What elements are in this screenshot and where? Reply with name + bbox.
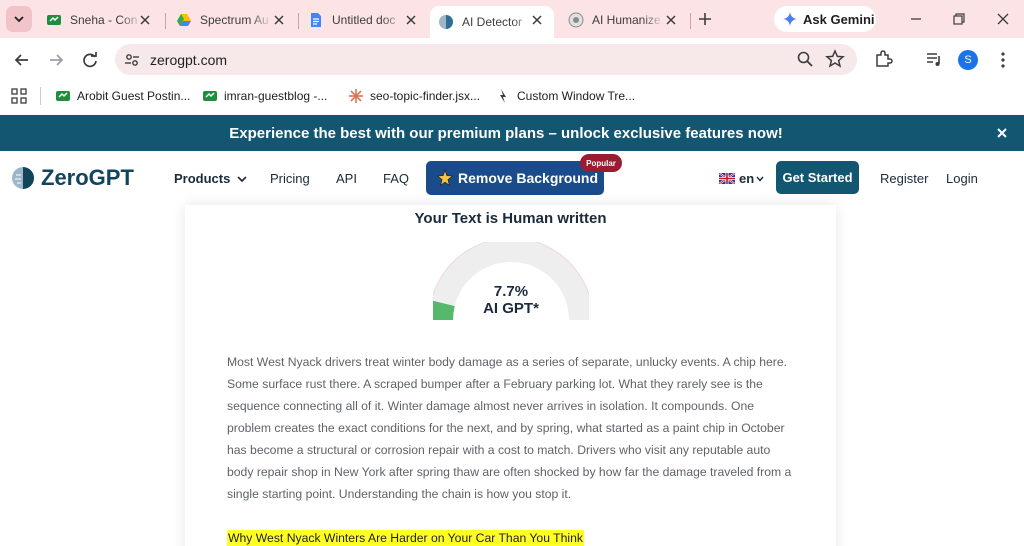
apps-grid-icon[interactable] <box>11 88 27 104</box>
tab-title: AI Detector <box>462 15 523 29</box>
url-text[interactable]: zerogpt.com <box>150 52 227 68</box>
more-menu-icon[interactable] <box>996 50 1010 70</box>
tab-ai-detector[interactable]: AI Detector <box>430 6 554 38</box>
zerogpt-icon <box>438 14 454 30</box>
tab-spectrum[interactable]: Spectrum Au <box>168 6 296 34</box>
bookmark-label: Arobit Guest Postin... <box>77 89 191 103</box>
tab-ai-humanizer[interactable]: AI Humanize <box>560 6 688 34</box>
promo-banner: Experience the best with our premium pla… <box>0 115 1024 151</box>
nav-products-label: Products <box>174 171 231 186</box>
close-icon[interactable] <box>272 13 286 27</box>
site-logo[interactable]: ZeroGPT <box>41 165 134 191</box>
result-title: Your Text is Human written <box>414 210 607 227</box>
get-started-button[interactable]: Get Started <box>776 161 859 194</box>
close-icon[interactable] <box>404 13 418 27</box>
tab-divider <box>298 13 299 29</box>
bookmark-label: Custom Window Tre... <box>517 89 636 103</box>
popular-badge: Popular <box>580 154 622 172</box>
close-icon[interactable] <box>138 13 152 27</box>
google-docs-icon <box>308 12 324 28</box>
login-link[interactable]: Login <box>946 171 978 186</box>
chevron-down-icon[interactable] <box>756 175 764 183</box>
remove-background-label: Remove Background <box>458 170 599 186</box>
nav-faq[interactable]: FAQ <box>383 171 409 186</box>
uk-flag-icon[interactable] <box>719 173 735 184</box>
bookmark-label: seo-topic-finder.jsx... <box>370 89 481 103</box>
sparkle-icon <box>436 169 454 187</box>
remove-background-button[interactable]: Remove Background <box>426 161 604 195</box>
reload-icon[interactable] <box>80 50 100 70</box>
forward-arrow-icon[interactable] <box>46 50 66 70</box>
register-link[interactable]: Register <box>880 171 928 186</box>
tab-untitled-doc[interactable]: Untitled doc <box>300 6 428 34</box>
close-window-icon[interactable] <box>994 10 1012 28</box>
gemini-icon <box>783 12 797 26</box>
bookmark-imran[interactable]: imran-guestblog -... <box>202 86 327 106</box>
close-icon[interactable] <box>664 13 678 27</box>
tab-divider <box>165 13 166 29</box>
ask-gemini-button[interactable]: Ask Gemini <box>774 6 876 32</box>
cursor-icon <box>495 88 511 104</box>
language-selector[interactable]: en <box>739 171 754 186</box>
ai-score-label: AI GPT* <box>483 300 539 317</box>
nav-api[interactable]: API <box>336 171 357 186</box>
google-sheets-icon <box>55 88 71 104</box>
promo-text: Experience the best with our premium pla… <box>229 125 783 142</box>
bookmark-custom-window[interactable]: Custom Window Tre... <box>495 86 635 106</box>
highlighted-sentence: Why West Nyack Winters Are Harder on You… <box>227 530 584 546</box>
restore-icon[interactable] <box>950 10 968 28</box>
nav-pricing[interactable]: Pricing <box>270 171 310 186</box>
tab-title: Spectrum Au <box>200 13 269 27</box>
ai-score-percent: 7.7% <box>493 283 529 300</box>
google-drive-icon <box>176 12 192 28</box>
bookmark-label: imran-guestblog -... <box>224 89 328 103</box>
close-icon[interactable] <box>995 126 1009 140</box>
humanizer-icon <box>568 12 584 28</box>
claude-icon <box>348 88 364 104</box>
tab-title: AI Humanize <box>592 13 661 27</box>
profile-avatar[interactable]: S <box>958 50 978 70</box>
site-info-icon[interactable] <box>122 50 142 70</box>
minimize-icon[interactable] <box>907 10 925 28</box>
tab-search-button[interactable] <box>6 6 32 32</box>
nav-products[interactable]: Products <box>174 171 247 186</box>
tab-sneha[interactable]: Sneha - Con <box>38 6 162 34</box>
bookmark-seo-topic-finder[interactable]: seo-topic-finder.jsx... <box>348 86 480 106</box>
google-sheets-icon <box>46 12 62 28</box>
bookmark-arobit[interactable]: Arobit Guest Postin... <box>55 86 190 106</box>
new-tab-icon[interactable] <box>696 10 714 28</box>
media-control-icon[interactable] <box>925 50 943 68</box>
zoom-icon[interactable] <box>796 50 814 68</box>
zerogpt-logo-icon <box>12 167 34 189</box>
analyzed-text: Most West Nyack drivers treat winter bod… <box>227 355 792 501</box>
google-sheets-icon <box>202 88 218 104</box>
ask-gemini-label: Ask Gemini <box>803 11 875 27</box>
back-arrow-icon[interactable] <box>12 50 32 70</box>
close-icon[interactable] <box>530 13 544 27</box>
chevron-down-icon <box>237 176 247 183</box>
bookmark-star-icon[interactable] <box>825 49 845 69</box>
tab-title: Untitled doc <box>332 13 396 27</box>
tab-divider <box>690 13 691 29</box>
chevron-down-icon <box>14 16 24 23</box>
tab-title: Sneha - Con <box>70 13 138 27</box>
extensions-icon[interactable] <box>873 49 893 69</box>
bookmarks-divider <box>40 87 41 105</box>
